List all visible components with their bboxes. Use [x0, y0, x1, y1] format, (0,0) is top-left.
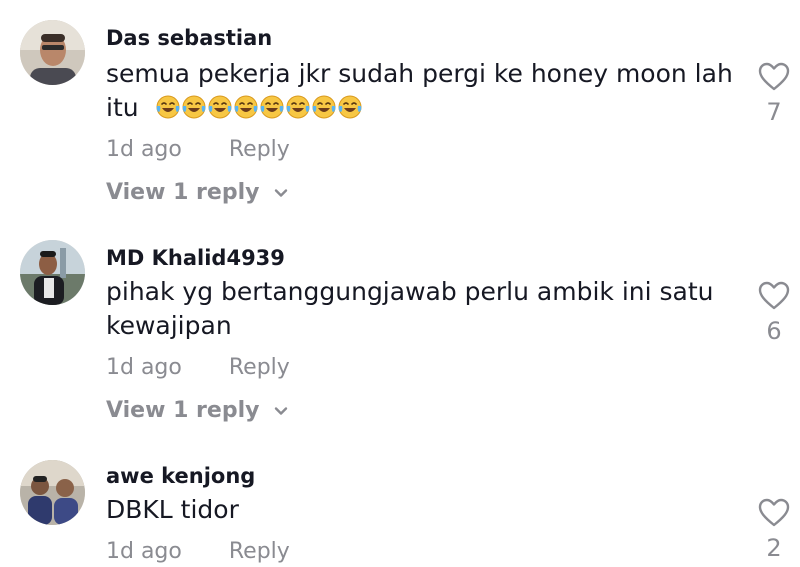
comment-text: DBKL tidor	[106, 493, 736, 527]
tears-of-joy-emoji-icon	[312, 95, 336, 119]
heart-outline-icon	[758, 62, 790, 91]
tears-of-joy-emoji-icon	[260, 95, 284, 119]
avatar[interactable]	[20, 460, 85, 525]
emoji-group	[147, 93, 363, 122]
comment-timestamp: 1d ago	[106, 137, 182, 162]
like-button[interactable]: 7	[754, 62, 794, 126]
comment-item: MD Khalid4939 pihak yg bertanggungjawab …	[0, 220, 800, 440]
comment-text: pihak yg bertanggungjawab perlu ambik in…	[106, 275, 736, 343]
view-replies-label: View 1 reply	[106, 180, 260, 205]
comment-username[interactable]: MD Khalid4939	[106, 246, 285, 270]
chevron-down-icon	[274, 407, 288, 415]
view-replies-label: View 1 reply	[106, 398, 260, 423]
comment-timestamp: 1d ago	[106, 539, 182, 564]
avatar-image	[20, 460, 85, 525]
tears-of-joy-emoji-icon	[156, 95, 180, 119]
like-button[interactable]: 2	[754, 498, 794, 562]
reply-button[interactable]: Reply	[229, 355, 290, 380]
tears-of-joy-emoji-icon	[208, 95, 232, 119]
avatar-image	[20, 20, 85, 85]
chevron-down-icon	[274, 189, 288, 197]
comment-meta: 1d ago Reply	[106, 137, 290, 162]
comment-text-line-end: itu	[106, 93, 139, 122]
view-replies-button[interactable]: View 1 reply	[106, 398, 289, 423]
comment-meta: 1d ago Reply	[106, 355, 290, 380]
comment-username[interactable]: awe kenjong	[106, 464, 255, 488]
comment-username[interactable]: Das sebastian	[106, 26, 272, 50]
comment-item: Das sebastian semua pekerja jkr sudah pe…	[0, 0, 800, 220]
avatar[interactable]	[20, 240, 85, 305]
tears-of-joy-emoji-icon	[338, 95, 362, 119]
like-count: 7	[766, 98, 782, 126]
like-count: 2	[766, 534, 782, 562]
comment-meta: 1d ago Reply	[106, 539, 290, 564]
comment-text-line: semua pekerja jkr sudah pergi ke honey m…	[106, 59, 733, 88]
like-button[interactable]: 6	[754, 281, 794, 345]
comment-timestamp: 1d ago	[106, 355, 182, 380]
avatar-image	[20, 240, 85, 305]
reply-button[interactable]: Reply	[229, 137, 290, 162]
avatar[interactable]	[20, 20, 85, 85]
comment-text-line: itu	[106, 91, 736, 125]
reply-button[interactable]: Reply	[229, 539, 290, 564]
tears-of-joy-emoji-icon	[286, 95, 310, 119]
comment-text: semua pekerja jkr sudah pergi ke honey m…	[106, 57, 736, 125]
heart-outline-icon	[758, 281, 790, 310]
comment-item: awe kenjong DBKL tidor 1d ago Reply 2	[0, 440, 800, 567]
comment-text-line: pihak yg bertanggungjawab perlu ambik in…	[106, 277, 714, 306]
tears-of-joy-emoji-icon	[234, 95, 258, 119]
tears-of-joy-emoji-icon	[182, 95, 206, 119]
view-replies-button[interactable]: View 1 reply	[106, 180, 289, 205]
heart-outline-icon	[758, 498, 790, 527]
comment-text-line: DBKL tidor	[106, 495, 239, 524]
like-count: 6	[766, 317, 782, 345]
comment-text-line: kewajipan	[106, 311, 232, 340]
